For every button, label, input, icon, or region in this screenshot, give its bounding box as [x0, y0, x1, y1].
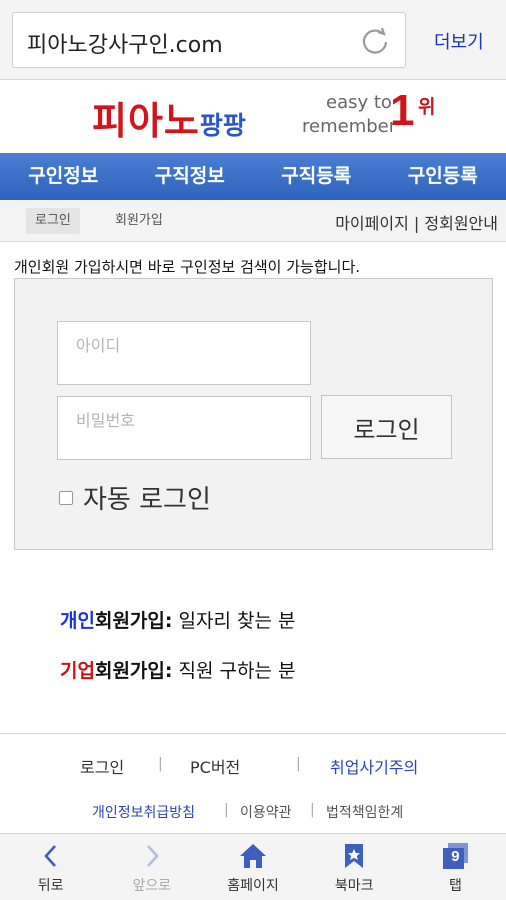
logo-main-text: 피아노: [92, 99, 200, 143]
id-input[interactable]: 아이디: [57, 321, 311, 385]
personal-signup-desc: 일자리 찾는 분: [178, 610, 296, 632]
forward-button[interactable]: 앞으로: [101, 834, 202, 900]
tabs-label: 탭: [448, 878, 462, 894]
slogan-line2: remember: [302, 116, 397, 137]
home-icon: [238, 842, 268, 870]
footer-separator: |: [158, 756, 163, 772]
site-header: 피아노팡팡 easy to remember 1 위: [0, 80, 506, 153]
login-form: 아이디 비밀번호 로그인 자동 로그인: [14, 278, 493, 550]
personal-signup-link[interactable]: 개인회원가입: 일자리 찾는 분: [60, 606, 296, 633]
footer-fraud-warning-link[interactable]: 취업사기주의: [330, 754, 418, 778]
reload-icon[interactable]: [359, 25, 391, 57]
home-button[interactable]: 홈페이지: [202, 834, 303, 900]
site-logo[interactable]: 피아노팡팡: [92, 90, 246, 145]
chevron-left-icon: [36, 842, 66, 870]
tab-count: 9: [451, 848, 460, 865]
company-signup-label: 회원가입:: [94, 660, 173, 682]
personal-signup-label: 회원가입:: [94, 610, 173, 632]
auto-login-label: 자동 로그인: [83, 485, 211, 515]
slogan-number: 1: [390, 86, 415, 135]
auto-login-row[interactable]: 자동 로그인: [59, 479, 211, 516]
tabs-button[interactable]: 9 탭: [405, 834, 506, 900]
member-guide-link[interactable]: 정회원안내: [424, 214, 498, 233]
footer-terms-link[interactable]: 이용약관: [240, 802, 292, 822]
slogan-line1: easy to: [326, 92, 392, 113]
mypage-link[interactable]: 마이페이지: [335, 214, 409, 233]
home-label: 홈페이지: [227, 878, 279, 894]
footer-separator: |: [224, 802, 229, 818]
separator: |: [413, 214, 420, 233]
nav-register-resume[interactable]: 구직등록: [253, 153, 380, 200]
footer-disclaimer-link[interactable]: 법적책임한계: [326, 802, 403, 822]
back-button[interactable]: 뒤로: [0, 834, 101, 900]
footer: 로그인 | PC버전 | 취업사기주의 개인정보취급방침 | 이용약관 | 법적…: [0, 733, 506, 833]
more-menu-link[interactable]: 더보기: [434, 28, 484, 54]
nav-register-offer[interactable]: 구인등록: [380, 153, 506, 200]
sub-login-button[interactable]: 로그인: [26, 208, 80, 234]
bookmark-button[interactable]: 북마크: [304, 834, 405, 900]
signup-notice: 개인회원 가입하시면 바로 구인정보 검색이 가능합니다.: [14, 258, 361, 276]
slogan-rank: 위: [418, 96, 436, 118]
slogan: easy to remember 1 위: [302, 86, 452, 146]
personal-highlight: 개인: [60, 610, 95, 632]
url-text: 피아노강사구인.com: [27, 33, 223, 58]
forward-label: 앞으로: [132, 878, 172, 894]
logo-sub-text: 팡팡: [199, 111, 246, 140]
nav-job-seekers[interactable]: 구직정보: [127, 153, 254, 200]
tabs-icon: 9: [440, 842, 470, 870]
nav-job-offers[interactable]: 구인정보: [0, 153, 127, 200]
browser-toolbar: 뒤로 앞으로 홈페이지 북마크 9 탭: [0, 833, 506, 900]
sub-nav: 로그인 회원가입 마이페이지 | 정회원안내: [0, 200, 506, 242]
browser-address-bar: 피아노강사구인.com 더보기: [0, 0, 506, 80]
chevron-right-icon: [137, 842, 167, 870]
url-field[interactable]: 피아노강사구인.com: [12, 12, 406, 68]
sub-nav-right: 마이페이지 | 정회원안내: [335, 210, 498, 234]
auto-login-checkbox[interactable]: [59, 490, 73, 505]
bookmark-label: 북마크: [334, 878, 374, 894]
company-signup-desc: 직원 구하는 분: [178, 660, 296, 682]
footer-login-link[interactable]: 로그인: [80, 754, 124, 778]
back-label: 뒤로: [37, 878, 64, 894]
footer-separator: |: [310, 802, 315, 818]
footer-separator: |: [296, 756, 301, 772]
footer-pc-version-link[interactable]: PC버전: [190, 754, 240, 778]
bookmark-icon: [339, 842, 369, 870]
password-input[interactable]: 비밀번호: [57, 396, 311, 460]
footer-privacy-link[interactable]: 개인정보취급방침: [92, 802, 195, 822]
sub-signup-button[interactable]: 회원가입: [106, 208, 172, 234]
company-highlight: 기업: [60, 660, 95, 682]
main-nav: 구인정보 구직정보 구직등록 구인등록: [0, 153, 506, 200]
company-signup-link[interactable]: 기업회원가입: 직원 구하는 분: [60, 656, 296, 683]
login-button[interactable]: 로그인: [321, 395, 452, 459]
